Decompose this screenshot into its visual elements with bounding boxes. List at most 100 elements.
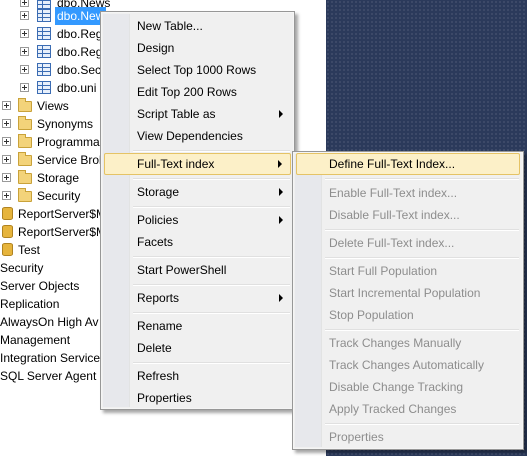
folder-icon (18, 188, 32, 202)
expand-icon[interactable] (2, 155, 11, 164)
menu-item-storage[interactable]: Storage (104, 181, 291, 203)
table-icon (37, 9, 51, 22)
tree-node-label: Replication (0, 297, 60, 311)
table-icon (37, 27, 51, 40)
expand-icon[interactable] (20, 47, 29, 56)
submenu-arrow-icon (279, 294, 283, 302)
menu-item-label: Properties (137, 391, 192, 405)
menu-item-select-top-1000[interactable]: Select Top 1000 Rows (104, 59, 291, 81)
menu-item-script-table-as[interactable]: Script Table as (104, 103, 291, 125)
menu-item-label: Full-Text index (137, 157, 215, 171)
menu-item-label: New Table... (137, 19, 203, 33)
menu-item-design[interactable]: Design (104, 37, 291, 59)
expand-icon[interactable] (20, 83, 29, 92)
menu-item-label: Define Full-Text Index... (329, 157, 456, 171)
expand-icon[interactable] (20, 29, 29, 38)
expand-icon[interactable] (20, 65, 29, 74)
expand-icon[interactable] (20, 0, 29, 7)
menu-item-rename[interactable]: Rename (104, 315, 291, 337)
menu-item-label: Disable Change Tracking (329, 380, 464, 394)
menu-item-stop-population[interactable]: Stop Population (296, 304, 520, 326)
menu-item-disable-fulltext-index[interactable]: Disable Full-Text index... (296, 204, 520, 226)
table-icon (37, 63, 51, 76)
menu-item-label: Facets (137, 235, 174, 249)
submenu-arrow-icon (279, 216, 283, 224)
menu-item-delete-fulltext-index[interactable]: Delete Full-Text index... (296, 232, 520, 254)
tree-node-label: ReportServer$M (18, 207, 107, 221)
menu-separator (325, 329, 519, 331)
folder-icon (18, 98, 32, 112)
expand-icon[interactable] (2, 191, 11, 200)
menu-separator (325, 229, 519, 231)
submenu-arrow-icon (279, 188, 283, 196)
tree-node-label: dbo.uni (57, 81, 97, 95)
menu-item-label: Enable Full-Text index... (329, 186, 458, 200)
menu-item-apply-tracked-changes[interactable]: Apply Tracked Changes (296, 398, 520, 420)
menu-item-label: View Dependencies (137, 129, 243, 143)
menu-separator (133, 150, 290, 152)
expand-icon[interactable] (2, 101, 11, 110)
menu-item-disable-change-tracking[interactable]: Disable Change Tracking (296, 376, 520, 398)
submenu-arrow-icon (279, 110, 283, 118)
menu-item-label: Properties (329, 430, 384, 444)
menu-item-label: Refresh (137, 369, 180, 383)
menu-item-label: Delete (137, 341, 172, 355)
menu-separator (133, 312, 290, 314)
menu-item-delete[interactable]: Delete (104, 337, 291, 359)
menu-item-label: Track Changes Manually (329, 336, 462, 350)
tree-node-label: Server Objects (0, 279, 80, 293)
menu-item-fulltext-properties[interactable]: Properties (296, 426, 520, 448)
submenu-arrow-icon (278, 160, 282, 168)
menu-item-label: Select Top 1000 Rows (137, 63, 257, 77)
folder-icon (18, 134, 32, 148)
menu-item-policies[interactable]: Policies (104, 209, 291, 231)
menu-item-view-dependencies[interactable]: View Dependencies (104, 125, 291, 147)
tree-node-label: Security (0, 261, 44, 275)
folder-icon (18, 152, 32, 166)
folder-icon (18, 170, 32, 184)
menu-item-start-powershell[interactable]: Start PowerShell (104, 259, 291, 281)
menu-item-new-table[interactable]: New Table... (104, 15, 291, 37)
menu-item-label: Start Full Population (329, 264, 438, 278)
menu-item-label: Apply Tracked Changes (329, 402, 457, 416)
tree-node-label: AlwaysOn High Av (0, 315, 99, 329)
menu-item-track-changes-automatically[interactable]: Track Changes Automatically (296, 354, 520, 376)
menu-item-facets[interactable]: Facets (104, 231, 291, 253)
menu-separator (325, 178, 519, 180)
menu-item-enable-fulltext-index[interactable]: Enable Full-Text index... (296, 182, 520, 204)
menu-item-full-text-index[interactable]: Full-Text index (104, 153, 291, 175)
expand-icon[interactable] (2, 119, 11, 128)
menu-item-label: Reports (137, 291, 180, 305)
menu-item-track-changes-manually[interactable]: Track Changes Manually (296, 332, 520, 354)
tree-node-label: ReportServer$M (18, 225, 107, 239)
tree-node-label: Management (0, 333, 71, 347)
tree-node-label: dbo.Reg (57, 27, 103, 41)
expand-icon[interactable] (2, 173, 11, 182)
database-icon (2, 207, 13, 220)
menu-item-edit-top-200[interactable]: Edit Top 200 Rows (104, 81, 291, 103)
tree-node-label: Synonyms (37, 117, 94, 131)
menu-item-label: Delete Full-Text index... (329, 236, 455, 250)
menu-item-properties[interactable]: Properties (104, 387, 291, 409)
menu-item-label: Disable Full-Text index... (329, 208, 460, 222)
expand-icon[interactable] (20, 11, 29, 20)
tree-node-label: SQL Server Agent (A (0, 369, 112, 383)
expand-icon[interactable] (2, 137, 11, 146)
tree-node-label: Security (37, 189, 81, 203)
menu-item-start-full-population[interactable]: Start Full Population (296, 260, 520, 282)
database-icon (2, 243, 13, 256)
menu-item-define-fulltext-index[interactable]: Define Full-Text Index... (296, 153, 520, 175)
tree-node-label: dbo.Sec (57, 63, 102, 77)
menu-separator (133, 362, 290, 364)
menu-item-start-incremental-population[interactable]: Start Incremental Population (296, 282, 520, 304)
context-menu: New Table... Design Select Top 1000 Rows… (100, 11, 295, 410)
menu-separator (133, 206, 290, 208)
tree-node-label: Service Brok (37, 153, 106, 167)
tree-node-label: Views (37, 99, 69, 113)
menu-item-refresh[interactable]: Refresh (104, 365, 291, 387)
table-icon (37, 81, 51, 94)
menu-separator (133, 284, 290, 286)
menu-item-reports[interactable]: Reports (104, 287, 291, 309)
tree-node-label: Storage (37, 171, 80, 185)
tree-node-label: dbo.New (55, 7, 107, 25)
